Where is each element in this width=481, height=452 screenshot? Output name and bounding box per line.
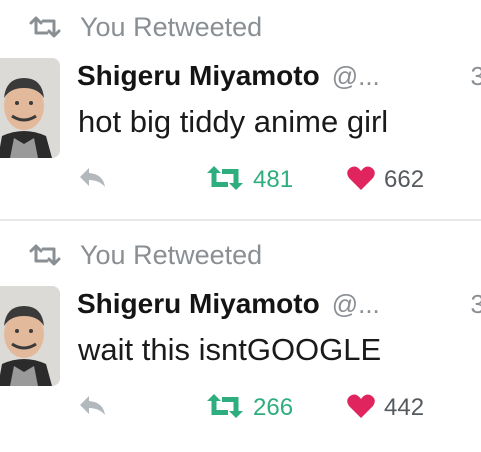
timestamp[interactable]: 3 xyxy=(471,56,481,96)
divider xyxy=(0,219,481,221)
retweet-context-icon xyxy=(28,244,62,266)
avatar[interactable] xyxy=(0,58,60,158)
tweet[interactable]: You Retweeted Shigeru Miyamoto @... 3 ho… xyxy=(0,0,481,222)
like-button[interactable]: 442 xyxy=(346,388,424,428)
retweet-context-text: You Retweeted xyxy=(80,239,263,270)
heart-icon xyxy=(346,165,376,196)
like-count: 442 xyxy=(384,394,425,421)
tweet-text: wait this isntGOOGLE xyxy=(78,332,382,367)
retweet-button[interactable]: 266 xyxy=(205,388,293,428)
avatar[interactable] xyxy=(0,286,60,386)
reply-icon xyxy=(78,165,108,196)
tweet-header: Shigeru Miyamoto @... 3 xyxy=(77,284,481,324)
tweet-text: hot big tiddy anime girl xyxy=(78,104,389,139)
reply-icon xyxy=(78,393,108,424)
author-handle[interactable]: @... xyxy=(332,61,380,92)
reply-button[interactable] xyxy=(78,160,108,200)
like-count: 662 xyxy=(384,166,425,193)
retweet-button[interactable]: 481 xyxy=(205,160,293,200)
retweet-icon xyxy=(205,165,245,196)
retweet-context-text: You Retweeted xyxy=(80,11,263,42)
author-name[interactable]: Shigeru Miyamoto xyxy=(77,60,320,92)
author-name[interactable]: Shigeru Miyamoto xyxy=(77,288,320,320)
retweet-count: 266 xyxy=(253,394,294,421)
author-handle[interactable]: @... xyxy=(332,289,380,320)
reply-button[interactable] xyxy=(78,388,108,428)
retweet-icon xyxy=(205,393,245,424)
tweet-actions: 481 662 xyxy=(0,160,481,200)
retweet-context: You Retweeted xyxy=(28,238,262,272)
retweet-context-icon xyxy=(28,16,62,38)
retweet-count: 481 xyxy=(253,166,294,193)
like-button[interactable]: 662 xyxy=(346,160,424,200)
tweet[interactable]: You Retweeted Shigeru Miyamoto @... 3 wa… xyxy=(0,228,481,450)
tweet-actions: 266 442 xyxy=(0,388,481,428)
tweet-header: Shigeru Miyamoto @... 3 xyxy=(77,56,481,96)
timestamp[interactable]: 3 xyxy=(471,284,481,324)
retweet-context: You Retweeted xyxy=(28,10,262,44)
heart-icon xyxy=(346,393,376,424)
